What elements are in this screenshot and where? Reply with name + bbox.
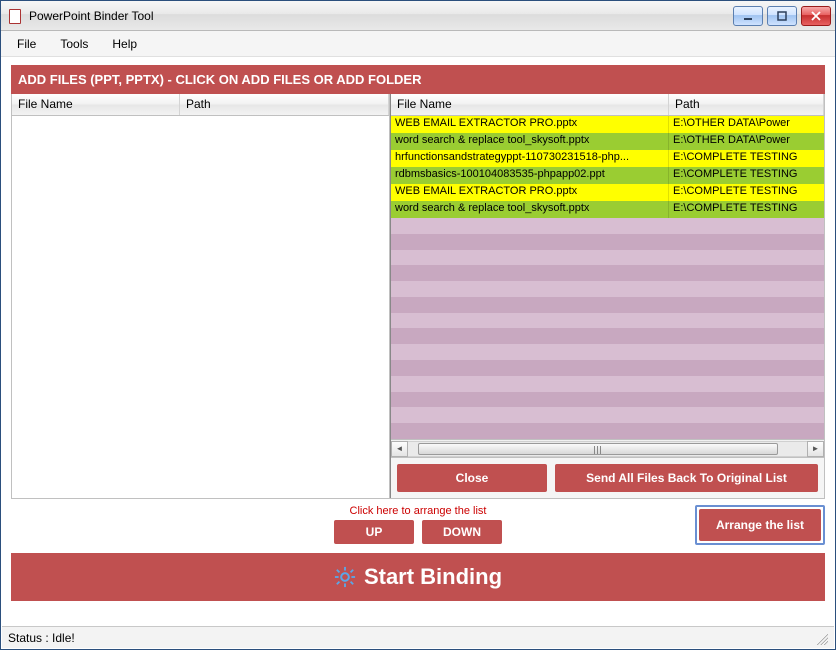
empty-row <box>391 407 824 423</box>
scroll-track[interactable] <box>408 441 807 457</box>
table-row[interactable]: rdbmsbasics-100104083535-phpapp02.pptE:\… <box>391 167 824 184</box>
left-col-filename[interactable]: File Name <box>12 94 180 115</box>
grids-container: File Name Path File Name Path WEB EMAIL … <box>11 94 825 499</box>
content-area: ADD FILES (PPT, PPTX) - CLICK ON ADD FIL… <box>1 57 835 605</box>
empty-row <box>391 313 824 329</box>
resize-grip[interactable] <box>814 631 828 645</box>
cell-path: E:\OTHER DATA\Power <box>669 116 824 133</box>
scroll-left-arrow[interactable]: ◄ <box>391 441 408 457</box>
scroll-thumb[interactable] <box>418 443 778 455</box>
cell-path: E:\COMPLETE TESTING <box>669 167 824 184</box>
empty-row <box>391 218 824 234</box>
empty-row <box>391 234 824 250</box>
status-text: Status : Idle! <box>8 631 75 645</box>
table-row[interactable]: WEB EMAIL EXTRACTOR PRO.pptxE:\OTHER DAT… <box>391 116 824 133</box>
arrange-hint: Click here to arrange the list <box>334 505 502 517</box>
down-button[interactable]: DOWN <box>422 520 502 544</box>
cell-filename: WEB EMAIL EXTRACTOR PRO.pptx <box>391 116 669 133</box>
table-row[interactable]: word search & replace tool_skysoft.pptxE… <box>391 201 824 218</box>
horizontal-scrollbar[interactable]: ◄ ► <box>391 439 824 457</box>
empty-row <box>391 328 824 344</box>
arrange-highlight: Arrange the list <box>695 505 825 545</box>
start-binding-label: Start Binding <box>364 564 502 590</box>
menu-file[interactable]: File <box>5 33 48 55</box>
cell-path: E:\COMPLETE TESTING <box>669 201 824 218</box>
arrange-button[interactable]: Arrange the list <box>699 509 821 541</box>
table-row[interactable]: WEB EMAIL EXTRACTOR PRO.pptxE:\COMPLETE … <box>391 184 824 201</box>
scroll-right-arrow[interactable]: ► <box>807 441 824 457</box>
cell-filename: hrfunctionsandstrategyppt-110730231518-p… <box>391 150 669 167</box>
window-title: PowerPoint Binder Tool <box>29 9 733 23</box>
minimize-button[interactable] <box>733 6 763 26</box>
close-window-button[interactable] <box>801 6 831 26</box>
menubar: File Tools Help <box>1 31 835 57</box>
left-grid: File Name Path <box>12 94 390 498</box>
maximize-button[interactable] <box>767 6 797 26</box>
table-row[interactable]: hrfunctionsandstrategyppt-110730231518-p… <box>391 150 824 167</box>
up-button[interactable]: UP <box>334 520 414 544</box>
empty-row <box>391 376 824 392</box>
table-row[interactable]: word search & replace tool_skysoft.pptxE… <box>391 133 824 150</box>
cell-path: E:\COMPLETE TESTING <box>669 150 824 167</box>
left-grid-header: File Name Path <box>12 94 389 116</box>
empty-row <box>391 360 824 376</box>
empty-row <box>391 344 824 360</box>
right-col-filename[interactable]: File Name <box>391 94 669 115</box>
empty-row <box>391 297 824 313</box>
arrange-center: Click here to arrange the list UP DOWN <box>334 505 502 544</box>
menu-tools[interactable]: Tools <box>48 33 100 55</box>
right-grid-header: File Name Path <box>391 94 824 116</box>
cell-path: E:\COMPLETE TESTING <box>669 184 824 201</box>
left-grid-body[interactable] <box>12 116 389 498</box>
right-grid-footer: Close Send All Files Back To Original Li… <box>391 457 824 498</box>
statusbar: Status : Idle! <box>2 626 834 648</box>
empty-row <box>391 281 824 297</box>
empty-row <box>391 265 824 281</box>
close-button[interactable]: Close <box>397 464 547 492</box>
menu-help[interactable]: Help <box>100 33 149 55</box>
cell-filename: word search & replace tool_skysoft.pptx <box>391 201 669 218</box>
left-col-path[interactable]: Path <box>180 94 389 115</box>
arrange-row: Click here to arrange the list UP DOWN A… <box>11 505 825 545</box>
right-grid: File Name Path WEB EMAIL EXTRACTOR PRO.p… <box>390 94 824 498</box>
gear-icon <box>334 566 356 588</box>
cell-filename: WEB EMAIL EXTRACTOR PRO.pptx <box>391 184 669 201</box>
send-back-button[interactable]: Send All Files Back To Original List <box>555 464 818 492</box>
cell-filename: rdbmsbasics-100104083535-phpapp02.ppt <box>391 167 669 184</box>
cell-path: E:\OTHER DATA\Power <box>669 133 824 150</box>
titlebar: PowerPoint Binder Tool <box>1 1 835 31</box>
empty-row <box>391 392 824 408</box>
right-grid-body[interactable]: WEB EMAIL EXTRACTOR PRO.pptxE:\OTHER DAT… <box>391 116 824 439</box>
section-header: ADD FILES (PPT, PPTX) - CLICK ON ADD FIL… <box>11 65 825 94</box>
cell-filename: word search & replace tool_skysoft.pptx <box>391 133 669 150</box>
window-controls <box>733 6 831 26</box>
start-binding-button[interactable]: Start Binding <box>11 553 825 601</box>
empty-row <box>391 423 824 439</box>
empty-row <box>391 250 824 266</box>
right-col-path[interactable]: Path <box>669 94 824 115</box>
app-icon <box>7 8 23 24</box>
